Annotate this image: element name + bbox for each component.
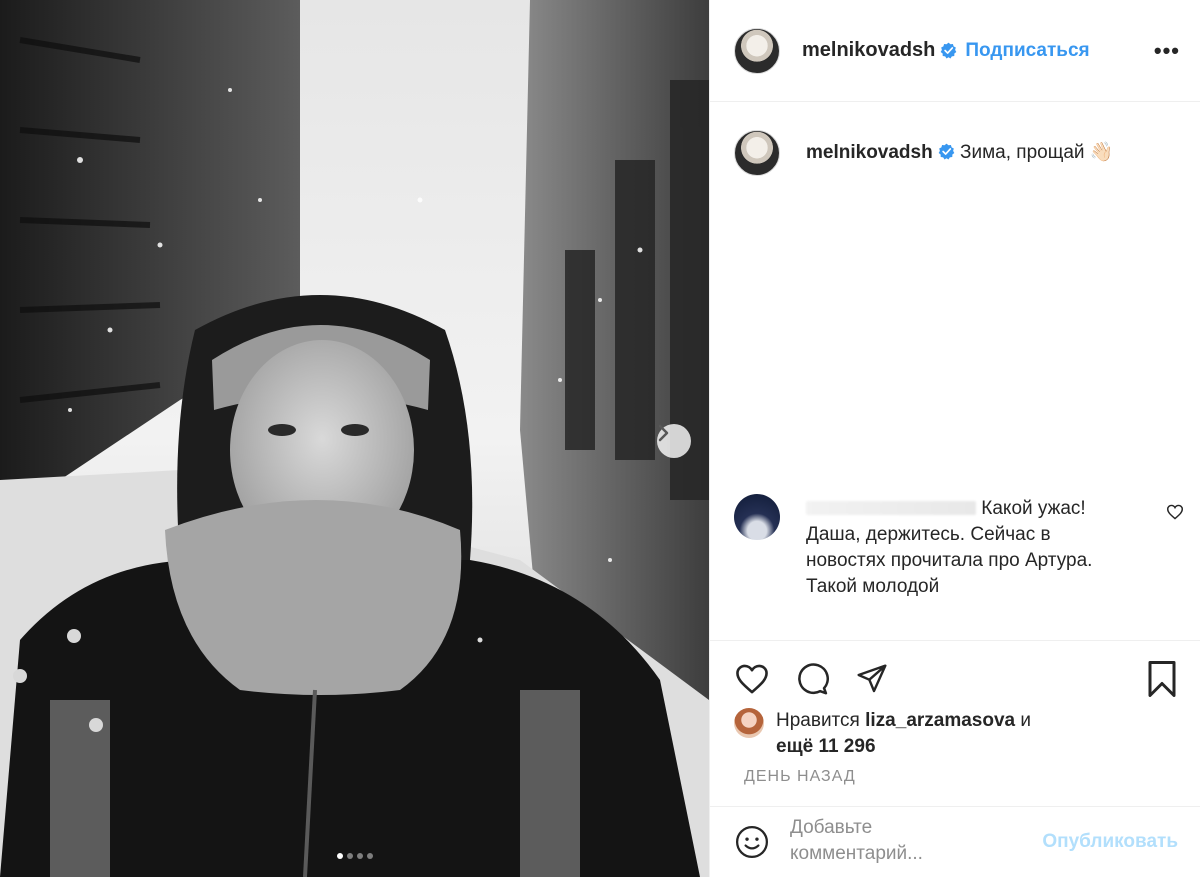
likes-text-block: Нравится liza_arzamasova и ещё 11 296	[776, 708, 1096, 760]
comments-list[interactable]: melnikovadsh Зима, прощай 👋🏻 Какой ужас!…	[710, 102, 1200, 640]
likes-prefix: Нравится	[776, 710, 860, 731]
liker-avatar[interactable]	[734, 708, 764, 738]
carousel-dot	[366, 853, 373, 859]
publish-button[interactable]: Опубликовать	[1042, 831, 1178, 853]
caption-text: Зима, прощай 👋🏻	[960, 142, 1114, 163]
liker-username[interactable]: liza_arzamasova	[865, 710, 1015, 731]
post-caption: melnikovadsh Зима, прощай 👋🏻	[710, 102, 1200, 176]
comment-icon[interactable]	[792, 659, 832, 699]
carousel-dot	[356, 853, 363, 859]
follow-button[interactable]: Подписаться	[965, 40, 1089, 62]
post-photo[interactable]	[0, 0, 709, 877]
action-bar	[710, 640, 1200, 716]
bookmark-icon[interactable]	[1142, 659, 1182, 699]
post-dialog: melnikovadsh Подписаться ••• melnikovads…	[0, 0, 1200, 877]
comment-item: Какой ужас! Даша, держитесь. Сейчас в но…	[734, 494, 1184, 620]
caption-username[interactable]: melnikovadsh	[806, 142, 933, 163]
carousel-indicator	[0, 853, 709, 859]
comment-body: Какой ужас! Даша, держитесь. Сейчас в но…	[806, 496, 1126, 620]
commenter-username-redacted	[806, 501, 976, 515]
heart-icon[interactable]	[1166, 504, 1184, 620]
caption-author-avatar[interactable]	[734, 130, 780, 176]
post-timestamp[interactable]: ДЕНЬ НАЗАД	[744, 768, 856, 786]
carousel-dot	[336, 853, 343, 859]
post-sidebar: melnikovadsh Подписаться ••• melnikovads…	[709, 0, 1200, 877]
likes-suffix: и	[1020, 710, 1032, 731]
share-icon[interactable]	[852, 659, 892, 699]
heart-icon[interactable]	[732, 659, 772, 699]
commenter-avatar[interactable]	[734, 494, 780, 540]
post-header: melnikovadsh Подписаться •••	[710, 0, 1200, 102]
carousel-next-button[interactable]	[657, 424, 691, 458]
verified-icon	[940, 42, 957, 59]
likes-count[interactable]: ещё 11 296	[776, 736, 876, 757]
comment-meta-cutoff	[806, 606, 1126, 620]
carousel-dot	[346, 853, 353, 859]
author-avatar[interactable]	[734, 27, 780, 74]
verified-icon	[938, 142, 955, 160]
comment-input[interactable]	[790, 815, 990, 869]
smile-icon[interactable]	[732, 822, 772, 862]
caption-text-block: melnikovadsh Зима, прощай 👋🏻	[806, 140, 1113, 166]
author-username[interactable]: melnikovadsh	[802, 39, 935, 62]
more-icon[interactable]: •••	[1150, 38, 1184, 64]
likes-summary: Нравится liza_arzamasova и ещё 11 296	[734, 708, 1096, 760]
photo-illustration	[0, 0, 709, 877]
add-comment-bar: Опубликовать	[710, 806, 1200, 877]
